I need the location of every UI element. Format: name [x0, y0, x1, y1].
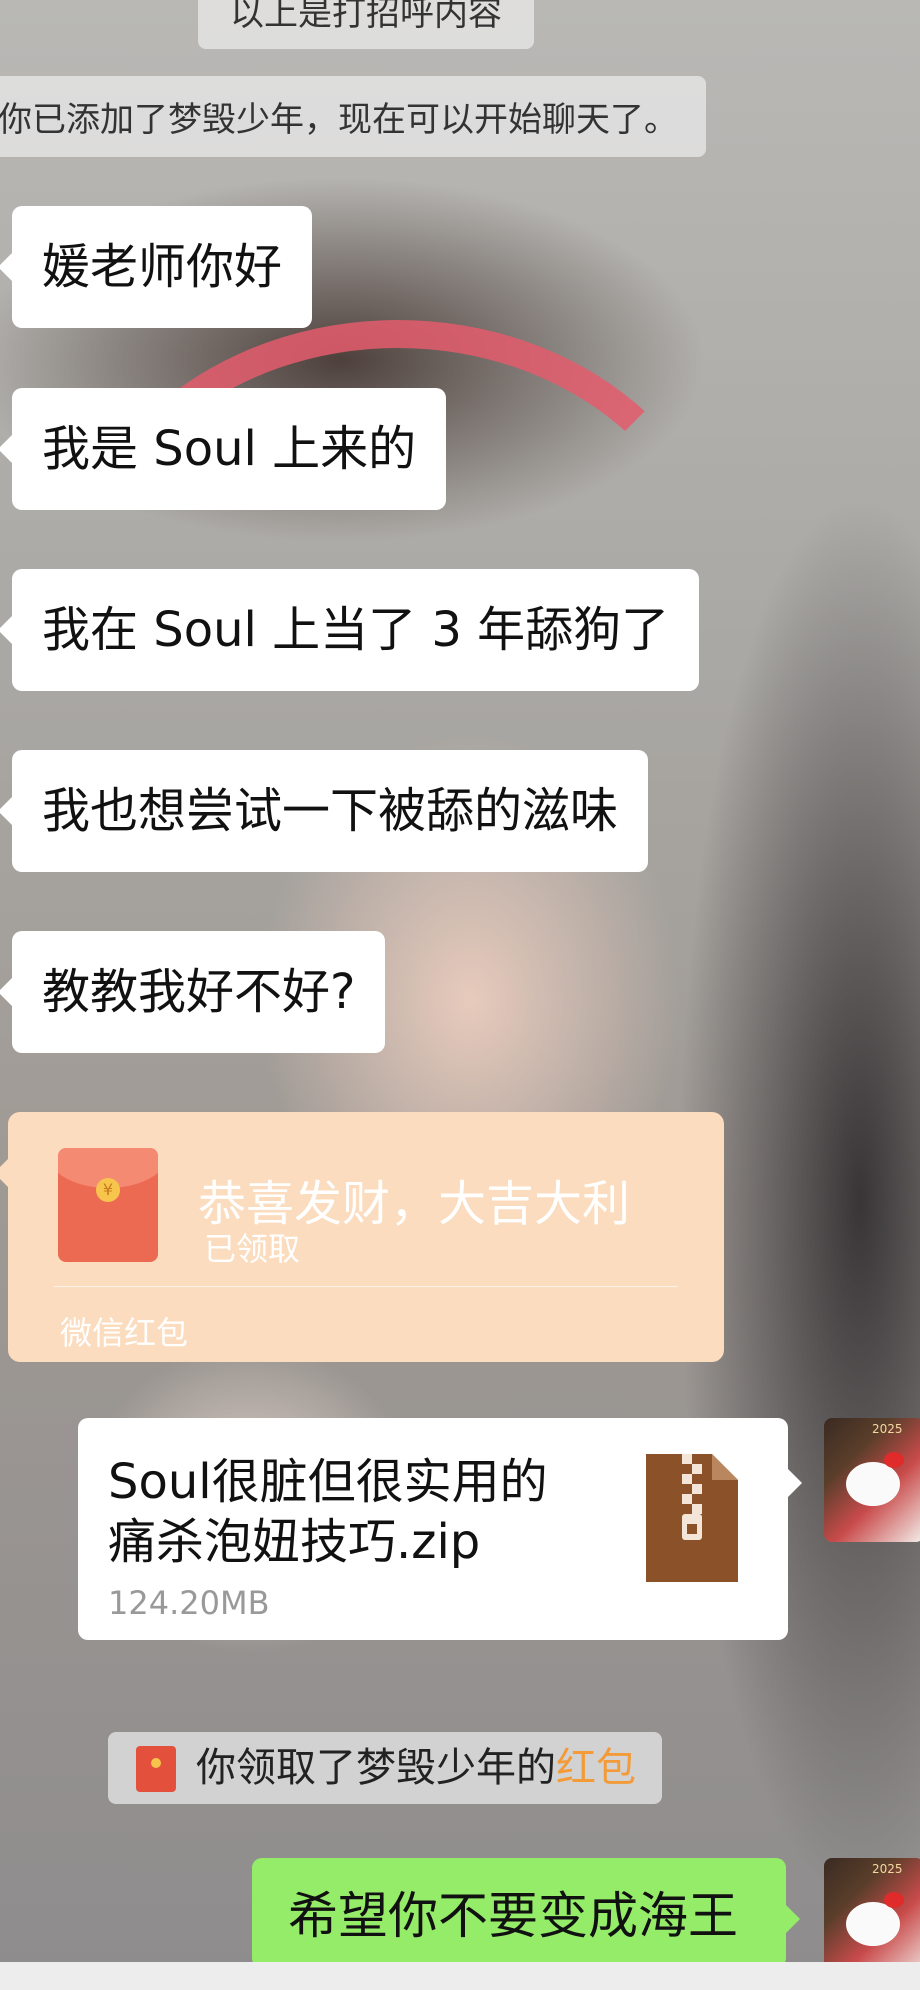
avatar-year-badge: 2025 [872, 1862, 903, 1876]
message-bubble[interactable]: 媛老师你好 [0, 206, 313, 328]
red-packet-footer: 微信红包 [60, 1314, 189, 1352]
friend-added-notice: 你已添加了梦毁少年，现在可以开始聊天了。 [0, 76, 706, 157]
red-envelope-icon: ¥ [58, 1148, 158, 1262]
red-packet-claimed-notice: 你领取了梦毁少年的红包 [108, 1732, 662, 1804]
red-envelope-icon [136, 1746, 176, 1792]
red-packet-link[interactable]: 红包 [556, 1745, 636, 1791]
file-size: 124.20MB [108, 1584, 270, 1622]
red-packet-divider [54, 1286, 678, 1287]
file-message-card[interactable]: Soul很脏但很实用的痛杀泡妞技巧.zip 124.20MB [78, 1418, 802, 1640]
zip-file-icon [646, 1454, 738, 1582]
avatar-year-badge: 2025 [872, 1422, 903, 1436]
message-bubble[interactable]: 我也想尝试一下被舔的滋味 [0, 750, 649, 872]
message-bubble[interactable]: 我在 Soul 上当了 3 年舔狗了 [0, 569, 700, 691]
notice-text: 你领取了梦毁少年的 [196, 1745, 556, 1791]
greeting-notice: 以上是打招呼内容 [198, 0, 534, 49]
input-bar-edge [0, 1962, 920, 1990]
message-bubble[interactable]: 教教我好不好? [0, 931, 386, 1053]
red-packet-card[interactable]: ¥ 恭喜发财，大吉大利 已领取 微信红包 [0, 1112, 724, 1362]
hello-kitty-avatar[interactable]: 2025 [824, 1418, 920, 1542]
my-message-bubble[interactable]: 希望你不要变成海王 [252, 1858, 800, 1968]
red-packet-status: 已领取 [204, 1230, 301, 1268]
file-name: Soul很脏但很实用的痛杀泡妞技巧.zip [108, 1454, 548, 1570]
message-bubble[interactable]: 我是 Soul 上来的 [0, 388, 447, 510]
